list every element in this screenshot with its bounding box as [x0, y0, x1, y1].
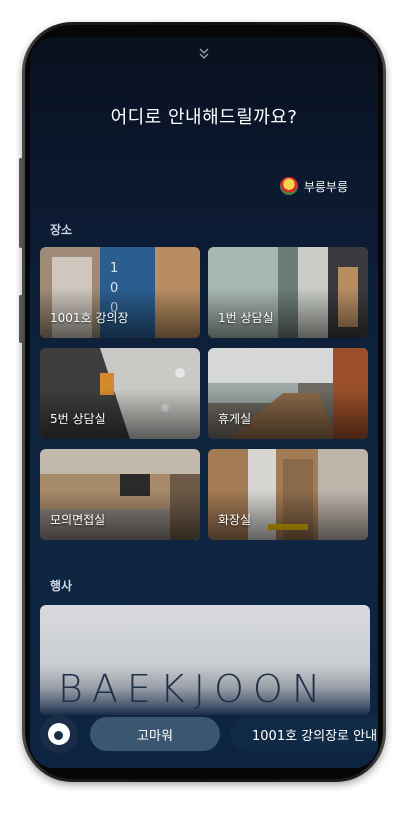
events-section-label: 행사 — [50, 579, 73, 593]
place-card-lecture-room[interactable]: 1 0 0 1001호 강의장 — [40, 247, 200, 338]
places-section-label: 장소 — [50, 223, 73, 237]
bixby-icon[interactable] — [40, 715, 78, 753]
place-card-restroom[interactable]: 화장실 — [208, 449, 368, 540]
bixby-logo — [48, 723, 70, 745]
place-label: 휴게실 — [218, 412, 252, 426]
account-indicator[interactable]: 부릉부릉 — [279, 177, 348, 195]
event-banner-logo: BAEKJOON — [58, 667, 330, 711]
place-card-lounge[interactable]: 휴게실 — [208, 348, 368, 439]
place-card-counsel-room-1[interactable]: 1번 상담실 — [208, 247, 368, 338]
suggestion-chip-navigate[interactable]: 1001호 강의장로 안내 — [230, 717, 378, 751]
page-title: 어디로 안내해드릴까요? — [110, 107, 298, 128]
place-label: 5번 상담실 — [50, 412, 106, 426]
volume-button — [19, 158, 23, 248]
place-card-mock-interview-room[interactable]: 모의면접실 — [40, 449, 200, 540]
place-label: 1번 상담실 — [218, 311, 274, 325]
event-banner[interactable]: BAEKJOON — [40, 605, 370, 715]
place-label: 화장실 — [218, 513, 252, 527]
place-card-counsel-room-5[interactable]: 5번 상담실 — [40, 348, 200, 439]
account-name: 부릉부릉 — [303, 179, 348, 194]
place-label: 1001호 강의장 — [50, 311, 129, 325]
car-avatar-icon — [279, 177, 298, 195]
double-chevron-down-icon[interactable] — [194, 47, 214, 67]
app-screen: 어디로 안내해드릴까요? 부릉부릉 장소 1 0 0 1001호 강의장 — [30, 37, 378, 768]
bixby-side-button — [19, 295, 23, 343]
suggestion-chip-thanks[interactable]: 고마워 — [90, 717, 220, 751]
place-label: 모의면접실 — [50, 513, 106, 527]
